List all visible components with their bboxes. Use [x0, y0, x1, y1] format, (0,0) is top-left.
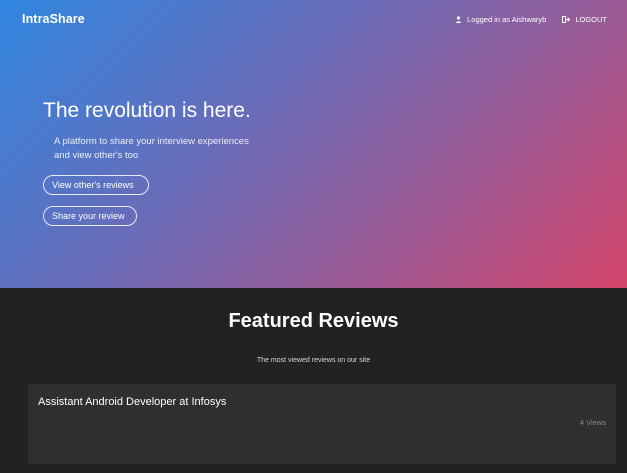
featured-title: Featured Reviews [228, 310, 399, 332]
logged-in-indicator: Logged in as Aishwaryb [455, 15, 546, 24]
brand-logo[interactable]: IntraShare [22, 12, 85, 26]
hero-headline: The revolution is here. [43, 99, 251, 122]
share-review-button[interactable]: Share your review [43, 206, 137, 226]
logout-link[interactable]: LOGOUT [562, 15, 607, 24]
logged-in-text: Logged in as Aishwaryb [467, 15, 547, 24]
review-card[interactable]: Assistant Android Developer at Infosys 4… [28, 384, 616, 464]
logout-icon [562, 16, 571, 23]
user-icon [455, 16, 462, 23]
hero-subtext: A platform to share your interview exper… [54, 136, 249, 161]
hero-section: IntraShare Logged in as Aishwaryb LOGOUT… [0, 0, 627, 288]
navbar-right: Logged in as Aishwaryb LOGOUT [455, 15, 607, 24]
review-views: 4 Views [579, 418, 606, 427]
view-reviews-button[interactable]: View other's reviews [43, 175, 149, 195]
featured-subtitle: The most viewed reviews on our site [256, 357, 371, 364]
review-title[interactable]: Assistant Android Developer at Infosys [38, 396, 226, 408]
logout-label[interactable]: LOGOUT [575, 15, 607, 24]
